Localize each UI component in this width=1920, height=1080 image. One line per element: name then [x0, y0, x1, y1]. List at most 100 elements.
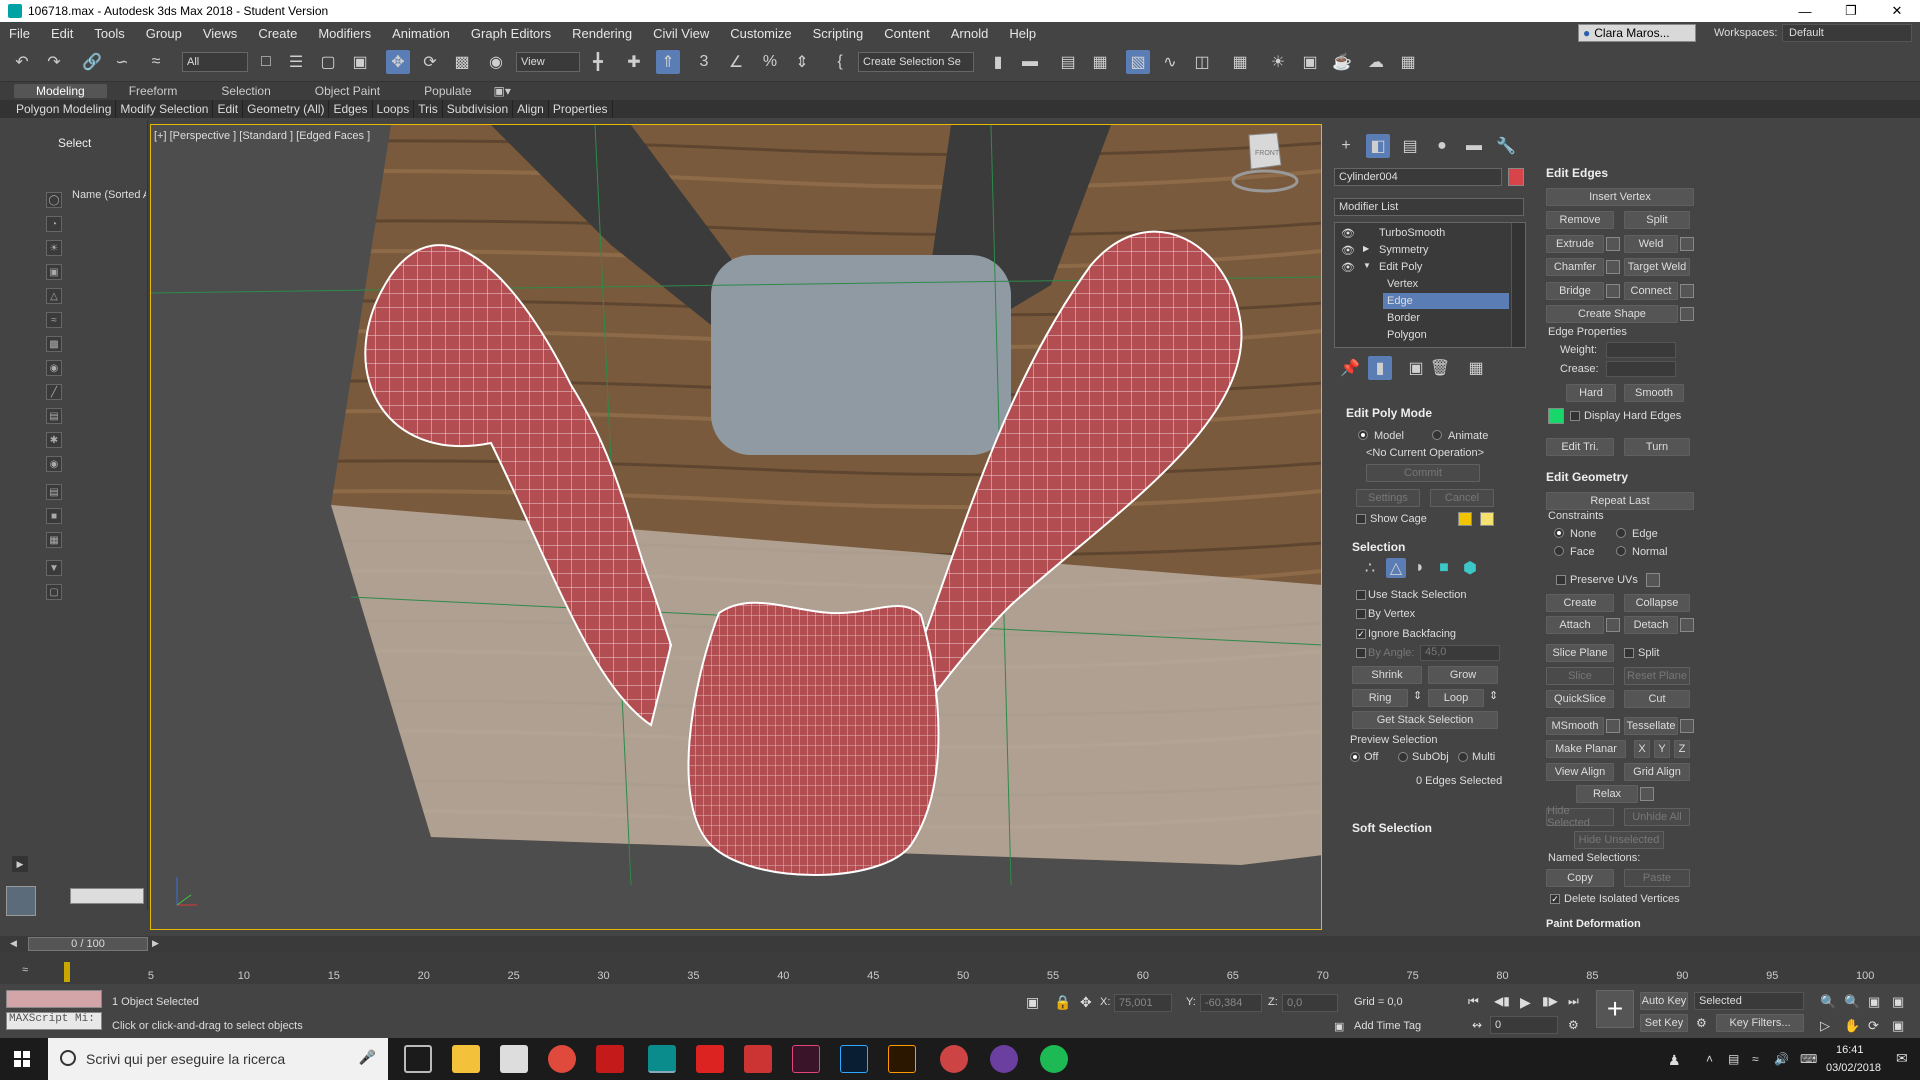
extrude-settings-icon[interactable]	[1606, 237, 1620, 251]
create-shape-settings-icon[interactable]	[1680, 307, 1694, 321]
reset-plane-button[interactable]: Reset Plane	[1624, 667, 1690, 685]
maximize-viewport-icon[interactable]: ▣	[1892, 1018, 1904, 1034]
menu-customize[interactable]: Customize	[721, 26, 803, 41]
ribbon-align[interactable]: Align	[513, 100, 549, 118]
menu-scripting[interactable]: Scripting	[804, 26, 876, 41]
reference-coord-dropdown[interactable]: View	[516, 52, 580, 72]
minimize-icon[interactable]: —	[1782, 0, 1828, 22]
filter-cameras-icon[interactable]: ▣	[46, 264, 62, 280]
preview-multi-radio[interactable]	[1458, 752, 1468, 762]
perspective-viewport[interactable]: FRONT	[150, 124, 1322, 930]
vertex-mode-icon[interactable]: ∴	[1360, 558, 1380, 578]
menu-file[interactable]: File	[0, 26, 42, 41]
curve-editor-icon[interactable]: ∿	[1158, 50, 1182, 74]
menu-edit[interactable]: Edit	[42, 26, 85, 41]
hierarchy-tab-icon[interactable]: ▤	[1398, 134, 1422, 158]
layer-explorer-icon[interactable]: ▦	[1088, 50, 1112, 74]
filter-shapes-icon[interactable]: ◔	[46, 216, 62, 232]
element-mode-icon[interactable]: ⬢	[1460, 558, 1480, 578]
filter-funnel-icon[interactable]: ▼	[46, 560, 62, 576]
workspace-dropdown[interactable]: Default	[1782, 24, 1912, 42]
filter-selected-icon[interactable]: ■	[46, 508, 62, 524]
next-frame-icon[interactable]: ▮▶	[1542, 994, 1558, 1008]
smooth-button[interactable]: Smooth	[1624, 384, 1684, 402]
menu-help[interactable]: Help	[1000, 26, 1048, 41]
tab-populate[interactable]: Populate	[402, 84, 493, 98]
track-bar[interactable]: ≈ 5 10 15 20 25 30 35 40 45 50 55 60 65 70 75 80 85 90 95 1…	[0, 952, 1920, 984]
make-unique-icon[interactable]: ▣	[1404, 356, 1428, 380]
chamfer-settings-icon[interactable]	[1606, 260, 1620, 274]
quickslice-button[interactable]: QuickSlice	[1546, 690, 1614, 708]
loop-spinner-icon[interactable]: ⇕	[1489, 689, 1498, 702]
ribbon-polygon-modeling[interactable]: Polygon Modeling	[12, 100, 117, 118]
undo-icon[interactable]: ↶	[10, 50, 34, 74]
cancel-button[interactable]: Cancel	[1430, 489, 1494, 507]
expand-arrow-icon[interactable]: ▶	[12, 856, 28, 872]
tray-arrow-icon[interactable]: ˄	[1706, 1052, 1713, 1066]
ribbon-geometry-all[interactable]: Geometry (All)	[243, 100, 330, 118]
show-cage-checkbox[interactable]	[1356, 514, 1366, 524]
ribbon-modify-selection[interactable]: Modify Selection	[116, 100, 214, 118]
file-explorer-icon[interactable]	[452, 1045, 480, 1073]
extrude-button[interactable]: Extrude	[1546, 235, 1604, 253]
loop-button[interactable]: Loop	[1428, 689, 1484, 707]
detach-button[interactable]: Detach	[1624, 616, 1678, 634]
ribbon-subdivision[interactable]: Subdivision	[443, 100, 514, 118]
acrobat-icon[interactable]	[596, 1045, 624, 1073]
window-crossing-icon[interactable]: ▣	[348, 50, 372, 74]
display-tab-icon[interactable]: ▬	[1462, 134, 1486, 158]
remove-modifier-icon[interactable]: 🗑	[1428, 356, 1452, 380]
polygon-mode-icon[interactable]: ■	[1434, 558, 1454, 578]
key-mode-icon[interactable]: ↭	[1472, 1018, 1482, 1032]
filter-display-icon[interactable]: ▤	[46, 484, 62, 500]
keyboard-shortcut-icon[interactable]: ⇑	[656, 50, 680, 74]
play-icon[interactable]: ▶	[1520, 994, 1531, 1011]
configure-modifier-sets-icon[interactable]: ▦	[1464, 356, 1488, 380]
red-app-icon[interactable]	[696, 1045, 724, 1073]
planar-y-button[interactable]: Y	[1654, 740, 1670, 758]
slice-plane-button[interactable]: Slice Plane	[1546, 644, 1614, 662]
edit-named-sets-icon[interactable]: {	[828, 50, 852, 74]
constraint-face-radio[interactable]	[1554, 546, 1564, 556]
preview-subobj-radio[interactable]	[1398, 752, 1408, 762]
hard-edge-color-swatch[interactable]	[1548, 408, 1564, 424]
schematic-view-icon[interactable]: ◫	[1190, 50, 1214, 74]
tab-modeling[interactable]: Modeling	[14, 84, 107, 98]
orbit-icon[interactable]: ⟳	[1868, 1018, 1879, 1034]
tab-selection[interactable]: Selection	[199, 84, 292, 98]
bridge-settings-icon[interactable]	[1606, 284, 1620, 298]
msmooth-button[interactable]: MSmooth	[1546, 717, 1604, 735]
collapse-arrow-icon[interactable]: ▼	[1363, 261, 1371, 270]
selection-filter-dropdown[interactable]: All	[182, 52, 248, 72]
weld-button[interactable]: Weld	[1624, 235, 1678, 253]
shrink-button[interactable]: Shrink	[1352, 666, 1422, 684]
isolate-selection-icon[interactable]: ▣	[1026, 994, 1039, 1011]
edit-poly-mode-title[interactable]: Edit Poly Mode	[1346, 406, 1432, 420]
zoom-extents-icon[interactable]: ▣	[1868, 994, 1880, 1010]
hide-selected-button[interactable]: Hide Selected	[1546, 805, 1614, 829]
volume-icon[interactable]: 🔊	[1774, 1052, 1789, 1066]
render-production-icon[interactable]: ☕	[1330, 50, 1354, 74]
go-to-start-icon[interactable]: ⏮	[1468, 994, 1479, 1009]
weight-spinner[interactable]	[1606, 342, 1676, 358]
constraint-normal-radio[interactable]	[1616, 546, 1626, 556]
preserve-uvs-checkbox[interactable]	[1556, 575, 1566, 585]
relax-button[interactable]: Relax	[1576, 785, 1638, 803]
ring-spinner-icon[interactable]: ⇕	[1413, 689, 1422, 702]
set-key-button[interactable]: Set Key	[1640, 1014, 1688, 1032]
by-vertex-checkbox[interactable]	[1356, 609, 1366, 619]
menu-graph-editors[interactable]: Graph Editors	[462, 26, 563, 41]
motion-tab-icon[interactable]: ●	[1430, 134, 1454, 158]
placement-icon[interactable]: ◉	[484, 50, 508, 74]
menu-modifiers[interactable]: Modifiers	[309, 26, 383, 41]
menu-civil-view[interactable]: Civil View	[644, 26, 721, 41]
object-color-swatch[interactable]	[1508, 168, 1524, 186]
ignore-backfacing-checkbox[interactable]: ✓	[1356, 629, 1366, 639]
render-iterative-icon[interactable]: ▦	[1396, 50, 1420, 74]
border-mode-icon[interactable]: ◗	[1410, 558, 1430, 578]
photoshop-icon[interactable]	[840, 1045, 868, 1073]
grid-align-button[interactable]: Grid Align	[1624, 763, 1690, 781]
key-filter-icon[interactable]: ⚙	[1696, 1016, 1707, 1030]
slice-button[interactable]: Slice	[1546, 667, 1614, 685]
modifier-list-dropdown[interactable]: Modifier List	[1334, 198, 1524, 216]
